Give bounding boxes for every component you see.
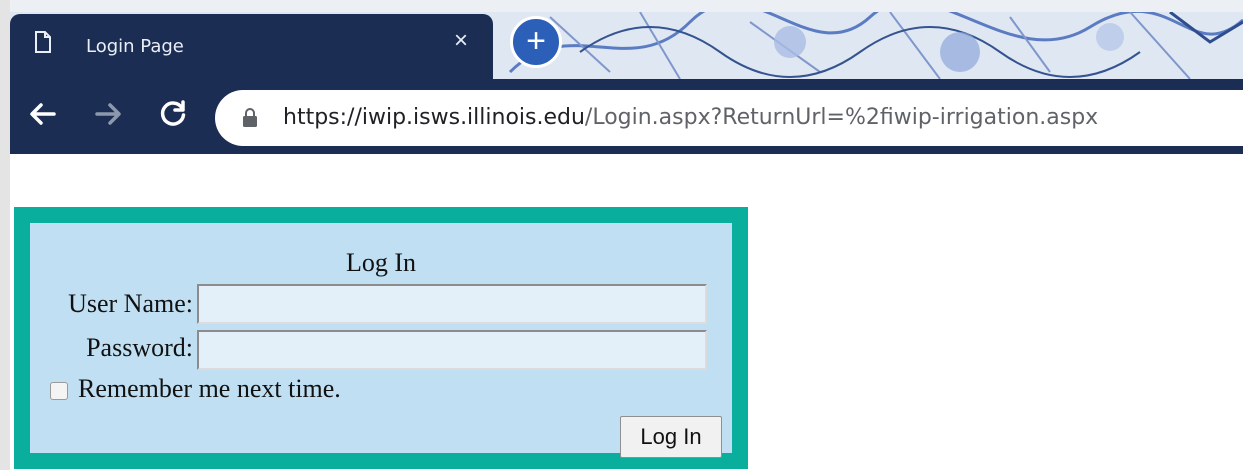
window-left-edge xyxy=(0,0,10,470)
theme-background-art xyxy=(490,12,1243,79)
url-text[interactable]: https://iwip.isws.illinois.edu/Login.asp… xyxy=(283,105,1098,130)
username-input[interactable] xyxy=(197,284,707,324)
window-top-edge xyxy=(0,0,1243,12)
url-host: https://iwip.isws.illinois.edu xyxy=(283,105,585,130)
remember-me-label[interactable]: Remember me next time. xyxy=(78,374,341,404)
tab-title: Login Page xyxy=(86,36,184,57)
new-tab-button[interactable]: + xyxy=(510,16,562,68)
address-bar[interactable]: https://iwip.isws.illinois.edu/Login.asp… xyxy=(215,90,1243,146)
remember-me-checkbox[interactable] xyxy=(50,382,68,400)
login-form: Log In User Name: Password: Remember me … xyxy=(14,207,748,469)
tab-login-page[interactable]: Login Page × xyxy=(10,14,493,79)
close-tab-icon[interactable]: × xyxy=(450,29,472,53)
password-input[interactable] xyxy=(197,330,707,370)
login-title: Log In xyxy=(345,248,417,277)
forward-arrow-icon[interactable] xyxy=(93,99,123,129)
login-button[interactable]: Log In xyxy=(620,416,722,458)
back-arrow-icon[interactable] xyxy=(28,99,58,129)
document-icon xyxy=(35,31,51,53)
url-path: /Login.aspx?ReturnUrl=%2fiwip-irrigation… xyxy=(584,105,1099,130)
tab-strip: Login Page × + xyxy=(10,12,1243,79)
password-label: Password: xyxy=(86,333,193,362)
reload-icon[interactable] xyxy=(158,99,188,129)
lock-icon[interactable] xyxy=(242,108,258,128)
browser-window: Login Page × + https://iwip.isws.illinoi… xyxy=(0,0,1243,470)
browser-toolbar: https://iwip.isws.illinois.edu/Login.asp… xyxy=(10,79,1243,154)
username-label: User Name: xyxy=(68,289,193,318)
